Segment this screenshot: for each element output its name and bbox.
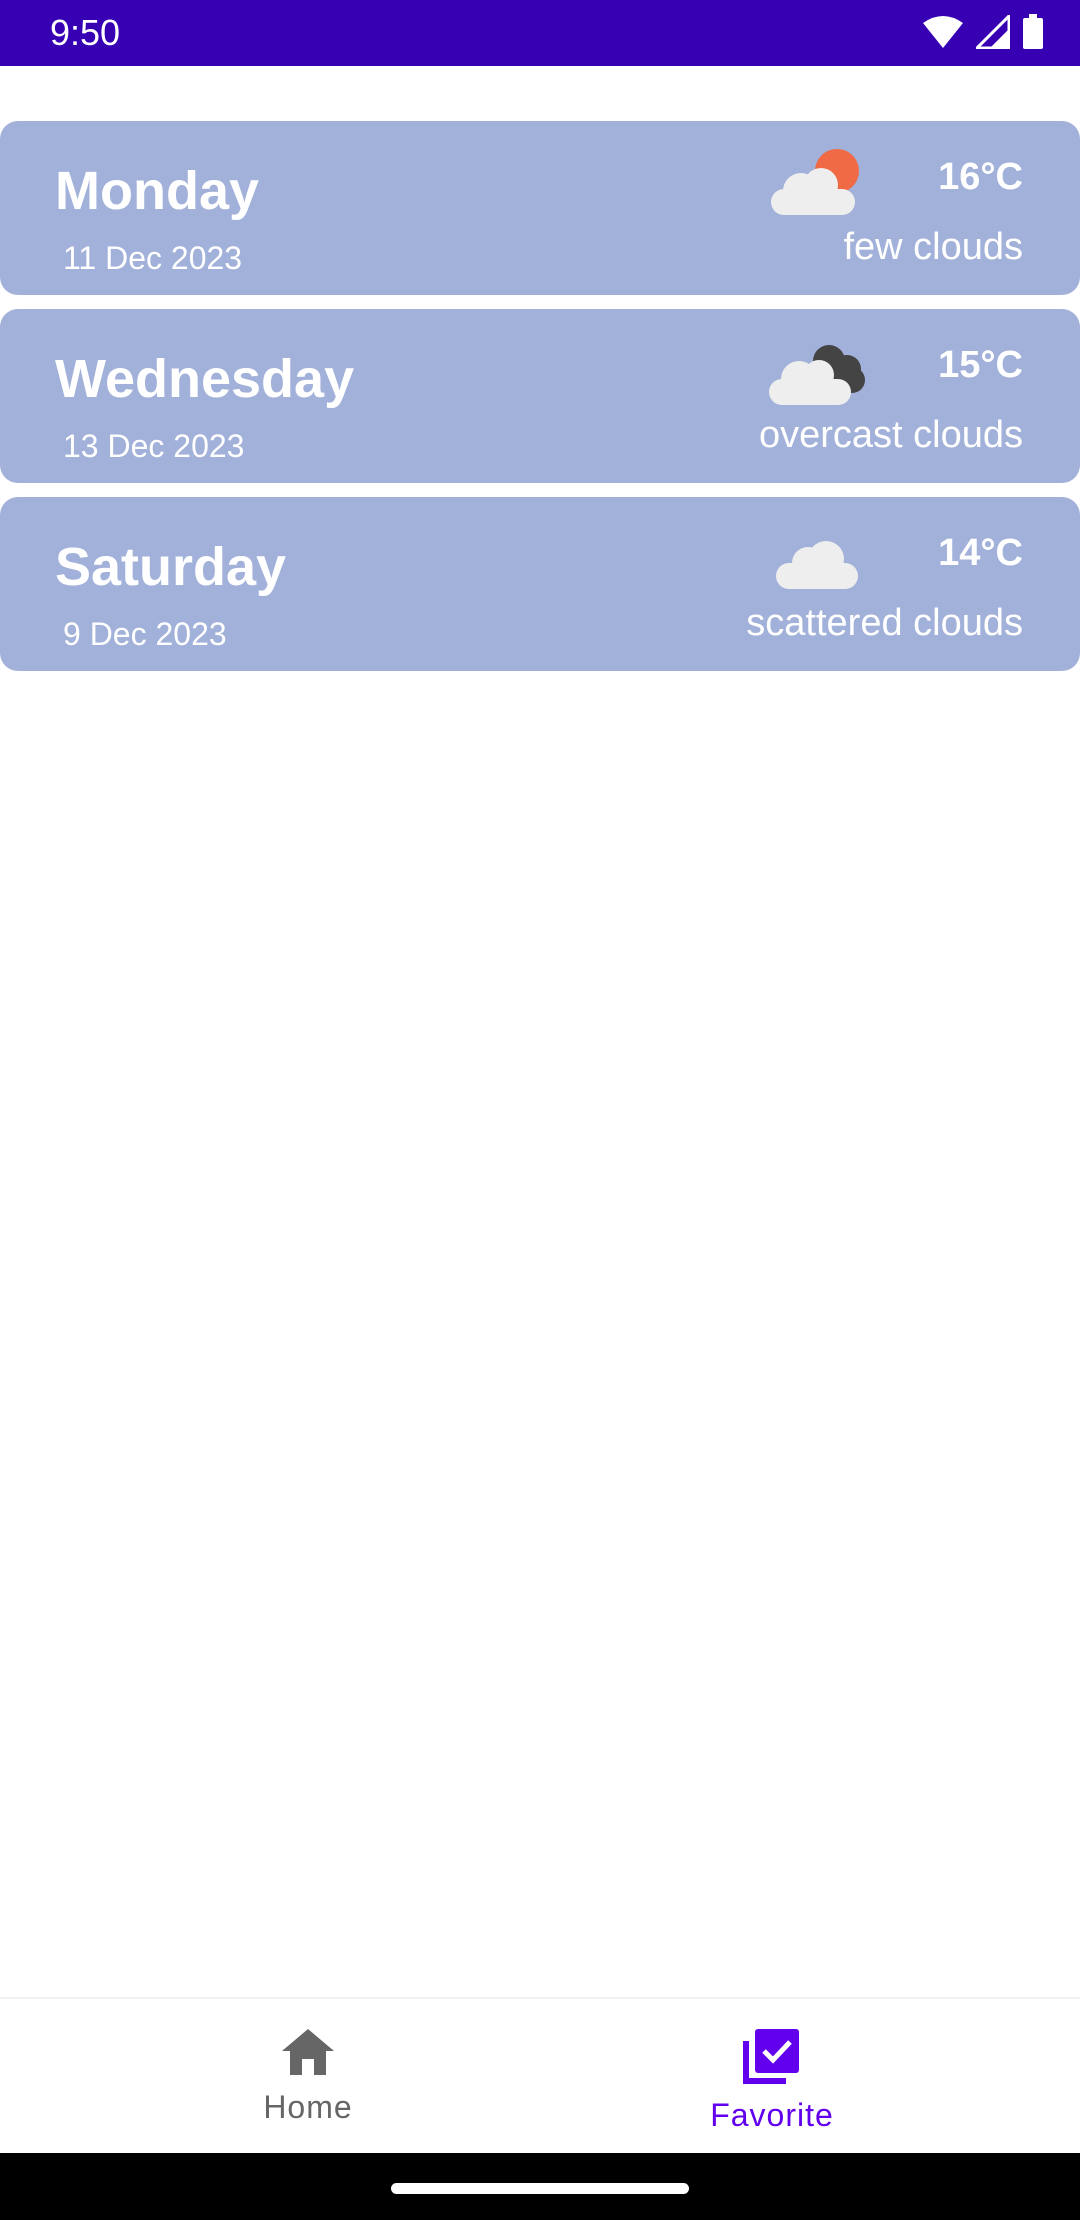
few-clouds-icon [771,149,859,215]
gesture-bar [0,2153,1080,2220]
card-description: scattered clouds [746,602,1023,644]
weather-card-wednesday[interactable]: Wednesday 13 Dec 2023 15°C overcast clou… [0,309,1080,483]
nav-home-label: Home [263,2089,353,2125]
nav-home[interactable]: Home [38,1999,578,2155]
card-date: 11 Dec 2023 [63,240,243,276]
favorite-check-icon [743,2029,799,2084]
weather-card-saturday[interactable]: Saturday 9 Dec 2023 14°C scattered cloud… [0,497,1080,671]
wifi-icon [923,16,963,48]
favorites-list: Monday 11 Dec 2023 16°C few clouds Wedne… [0,121,1080,685]
home-icon [282,2029,334,2075]
card-description: overcast clouds [758,414,1023,456]
battery-icon [1023,14,1043,49]
card-date: 13 Dec 2023 [63,428,245,464]
scattered-clouds-icon [776,541,858,589]
card-temperature: 15°C [938,344,1023,386]
card-temperature: 14°C [938,532,1023,574]
status-time: 9:50 [50,12,121,53]
nav-favorite[interactable]: Favorite [502,1999,1042,2155]
weather-card-monday[interactable]: Monday 11 Dec 2023 16°C few clouds [0,121,1080,295]
status-bar: 9:50 [0,0,1080,66]
card-day: Monday [55,161,260,221]
bottom-navigation: Home Favorite [0,1997,1080,2153]
card-day: Wednesday [55,349,355,409]
overcast-clouds-icon [769,345,865,405]
card-temperature: 16°C [938,156,1023,198]
card-description: few clouds [843,226,1023,268]
nav-favorite-label: Favorite [710,2097,834,2133]
card-date: 9 Dec 2023 [63,616,227,652]
gesture-handle[interactable] [391,2183,689,2194]
status-icons [922,14,1044,50]
signal-icon [976,15,1010,49]
card-day: Saturday [55,537,287,597]
